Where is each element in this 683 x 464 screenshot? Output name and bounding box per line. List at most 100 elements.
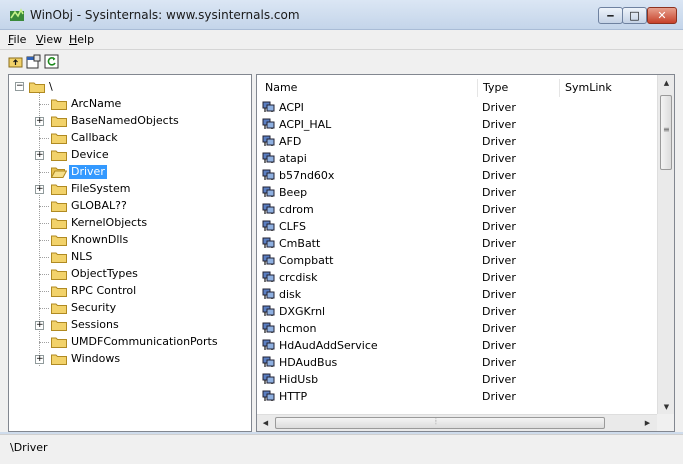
- tree-node-knowndlls[interactable]: KnownDlls: [33, 232, 243, 248]
- driver-icon: [262, 237, 275, 248]
- horizontal-scrollbar[interactable]: ◀ ⦙ ▶: [257, 414, 657, 431]
- list-item[interactable]: HDAudBus Driver: [257, 354, 657, 371]
- tree-connector: [39, 172, 49, 173]
- driver-icon: [262, 152, 275, 163]
- list-item-type: Driver: [482, 186, 516, 199]
- folder-icon: [51, 201, 67, 212]
- tree-node-kernelobjects[interactable]: KernelObjects: [33, 215, 243, 231]
- tree-node-root[interactable]: − \: [13, 79, 213, 95]
- tree-node-label: FileSystem: [71, 182, 131, 195]
- list-item-name: Compbatt: [279, 254, 334, 267]
- list-item[interactable]: hcmon Driver: [257, 320, 657, 337]
- menu-help[interactable]: Help: [69, 33, 94, 46]
- driver-icon: [262, 118, 275, 129]
- driver-icon: [262, 271, 275, 282]
- object-list[interactable]: Name Type SymLink ACPI Driver ACPI_HAL Driv…: [256, 74, 675, 432]
- tree-node-driver[interactable]: Driver: [33, 164, 243, 180]
- tree-connector: [39, 240, 49, 241]
- expand-icon[interactable]: +: [35, 321, 44, 330]
- column-separator[interactable]: [559, 79, 560, 97]
- tree-node-filesystem[interactable]: + FileSystem: [33, 181, 243, 197]
- list-item-name: ACPI_HAL: [279, 118, 332, 131]
- expand-icon[interactable]: +: [35, 117, 44, 126]
- list-item[interactable]: ACPI_HAL Driver: [257, 116, 657, 133]
- maximize-button[interactable]: □: [622, 7, 647, 24]
- up-folder-icon[interactable]: [8, 54, 23, 69]
- scroll-up-arrow-icon[interactable]: ▲: [658, 79, 674, 87]
- list-item-type: Driver: [482, 271, 516, 284]
- list-item-type: Driver: [482, 169, 516, 182]
- folder-icon: [29, 82, 45, 93]
- list-item[interactable]: CLFS Driver: [257, 218, 657, 235]
- menu-file[interactable]: File: [8, 33, 26, 46]
- tree-node-basenamedobjects[interactable]: + BaseNamedObjects: [33, 113, 243, 129]
- tree-node-sessions[interactable]: + Sessions: [33, 317, 243, 333]
- minimize-button[interactable]: ‒: [598, 7, 623, 24]
- folder-icon: [51, 235, 67, 246]
- expand-icon[interactable]: +: [35, 185, 44, 194]
- menu-view-label: iew: [43, 33, 63, 46]
- folder-icon: [51, 252, 67, 263]
- minimize-icon: ‒: [606, 9, 615, 22]
- tree-node-rpc-control[interactable]: RPC Control: [33, 283, 243, 299]
- expand-icon[interactable]: +: [35, 355, 44, 364]
- column-separator[interactable]: [477, 79, 478, 97]
- tree-node-label: KnownDlls: [71, 233, 129, 246]
- list-item[interactable]: HidUsb Driver: [257, 371, 657, 388]
- tree-node-callback[interactable]: Callback: [33, 130, 243, 146]
- close-button[interactable]: ✕: [647, 7, 677, 24]
- collapse-icon[interactable]: −: [15, 82, 24, 91]
- tree-node-global[interactable]: GLOBAL??: [33, 198, 243, 214]
- scroll-right-arrow-icon[interactable]: ▶: [639, 419, 656, 427]
- tree-node-arcname[interactable]: ArcName: [33, 96, 243, 112]
- list-item-name: CLFS: [279, 220, 306, 233]
- list-item-type: Driver: [482, 373, 516, 386]
- list-item-type: Driver: [482, 390, 516, 403]
- list-item[interactable]: Beep Driver: [257, 184, 657, 201]
- list-item[interactable]: b57nd60x Driver: [257, 167, 657, 184]
- list-item[interactable]: disk Driver: [257, 286, 657, 303]
- list-item[interactable]: ACPI Driver: [257, 99, 657, 116]
- menu-view[interactable]: View: [36, 33, 62, 46]
- list-item[interactable]: cdrom Driver: [257, 201, 657, 218]
- winobj-app-icon: [10, 8, 24, 21]
- list-item[interactable]: atapi Driver: [257, 150, 657, 167]
- list-item[interactable]: AFD Driver: [257, 133, 657, 150]
- list-item[interactable]: CmBatt Driver: [257, 235, 657, 252]
- expand-icon[interactable]: +: [35, 151, 44, 160]
- driver-icon: [262, 322, 275, 333]
- vertical-scrollbar[interactable]: ▲ ≡ ▼: [657, 75, 674, 416]
- folder-icon: [51, 116, 67, 127]
- column-header-name[interactable]: Name: [265, 79, 297, 97]
- title-bar[interactable]: WinObj - Sysinternals: www.sysinternals.…: [0, 0, 683, 30]
- tree-node-security[interactable]: Security: [33, 300, 243, 316]
- tree-node-nls[interactable]: NLS: [33, 249, 243, 265]
- tree-node-umdfcommunicationports[interactable]: UMDFCommunicationPorts: [33, 334, 243, 350]
- scroll-left-arrow-icon[interactable]: ◀: [257, 419, 274, 427]
- tree-connector: [39, 291, 49, 292]
- list-item-type: Driver: [482, 254, 516, 267]
- folder-icon: [51, 269, 67, 280]
- tree-node-device[interactable]: + Device: [33, 147, 243, 163]
- tree-node-label: Sessions: [71, 318, 119, 331]
- list-item[interactable]: crcdisk Driver: [257, 269, 657, 286]
- main-panes: − \ ArcName + BaseNamedObjects Callback …: [0, 74, 683, 432]
- scroll-down-arrow-icon[interactable]: ▼: [658, 403, 674, 411]
- list-item[interactable]: HTTP Driver: [257, 388, 657, 405]
- tree-node-windows[interactable]: + Windows: [33, 351, 243, 367]
- object-tree[interactable]: − \ ArcName + BaseNamedObjects Callback …: [8, 74, 252, 432]
- tree-node-objecttypes[interactable]: ObjectTypes: [33, 266, 243, 282]
- horizontal-scroll-thumb[interactable]: [275, 417, 605, 429]
- properties-icon[interactable]: [26, 54, 41, 69]
- list-item[interactable]: DXGKrnl Driver: [257, 303, 657, 320]
- list-item-name: atapi: [279, 152, 307, 165]
- column-header-symlink[interactable]: SymLink: [565, 79, 612, 97]
- tree-connector: [39, 104, 49, 105]
- tree-connector: [39, 342, 49, 343]
- list-item[interactable]: HdAudAddService Driver: [257, 337, 657, 354]
- folder-icon: [51, 150, 67, 161]
- column-header-type[interactable]: Type: [483, 79, 508, 97]
- refresh-icon[interactable]: [44, 54, 59, 69]
- menu-bar: File View Help: [0, 30, 683, 50]
- list-item[interactable]: Compbatt Driver: [257, 252, 657, 269]
